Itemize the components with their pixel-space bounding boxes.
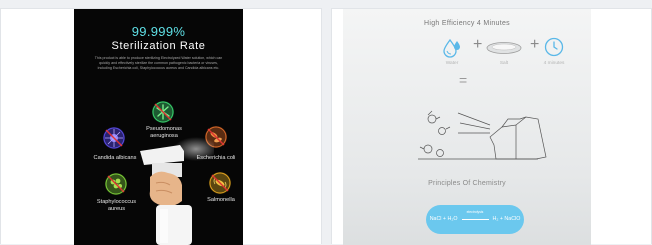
sterilization-rate-value: 99.999% [131, 24, 186, 39]
chemistry-principle-title: Principles Of Chemistry [428, 180, 506, 187]
plus-sign-2: + [530, 36, 540, 53]
formula-catalyst: electrolysis [466, 209, 484, 214]
bacteria-label-staphylococcus: Staphylococcus aureus [96, 199, 137, 212]
efficiency-title: High Efficiency 4 Minutes [424, 20, 510, 27]
chemistry-poster: High Efficiency 4 Minutes Water + Salt +… [343, 9, 591, 245]
spray-bottle-hand-image [140, 137, 214, 245]
formula-reactants: NaCl + H₂O [429, 216, 458, 222]
product-description: This product is able to produce steriliz… [94, 56, 223, 70]
clock-icon [544, 37, 564, 57]
chemical-formula-pill: NaCl + H₂O electrolysis H₂ + NaClO [426, 205, 524, 234]
ingredient-label-time: 4 minutes [543, 61, 565, 66]
bacteria-staphylococcus-icon [105, 173, 127, 195]
product-image-card-chemistry[interactable]: High Efficiency 4 Minutes Water + Salt +… [331, 8, 652, 245]
product-image-card-sterilization[interactable]: 99.999% Sterilization Rate This product … [0, 8, 322, 245]
salt-dish-icon [486, 42, 522, 54]
water-drop-icon [443, 38, 460, 58]
sterilization-poster: 99.999% Sterilization Rate This product … [74, 9, 243, 245]
spray-bottle-sketch-icon [418, 110, 547, 160]
bacteria-candida-icon [103, 127, 125, 149]
sterilization-rate-label: Sterilization Rate [111, 40, 206, 52]
bacteria-label-candida: Candida albicans [93, 155, 137, 161]
formula-products: H₂ + NaClO [492, 216, 521, 222]
plus-sign-1: + [473, 36, 483, 53]
bacteria-pseudomonas-icon [152, 101, 174, 123]
ingredient-label-water: Water [445, 61, 459, 66]
equals-sign: = [459, 72, 468, 88]
ingredient-label-salt: Salt [499, 61, 509, 66]
